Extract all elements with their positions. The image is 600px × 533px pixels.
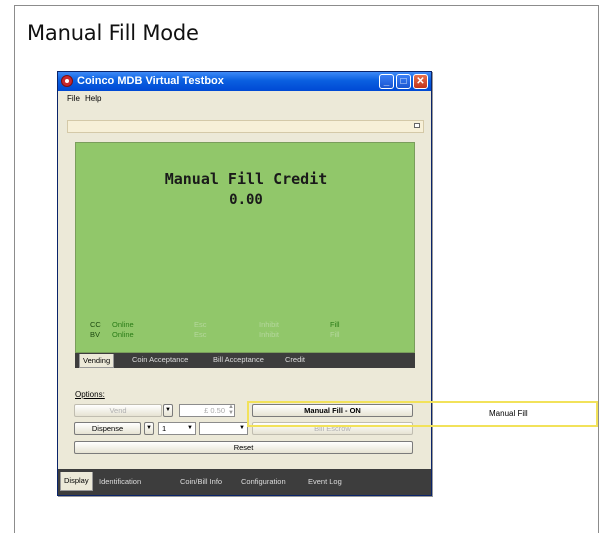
coin-type-select[interactable]: ▼ [199, 422, 248, 435]
tab-coin-acceptance[interactable]: Coin Acceptance [132, 355, 188, 364]
main-tabs: Display Identification Coin/Bill Info Co… [58, 469, 431, 495]
vend-dropdown-icon[interactable]: ▼ [163, 404, 173, 417]
dispense-dropdown-icon[interactable]: ▼ [144, 422, 154, 435]
status-cc-label: CC [90, 320, 101, 329]
chevron-down-icon: ▼ [239, 425, 245, 431]
options-label: Options: [75, 390, 105, 399]
price-input[interactable]: £ 0.50 [179, 404, 235, 417]
dispense-button[interactable]: Dispense [74, 422, 141, 435]
pane-restore-icon[interactable] [414, 123, 420, 128]
status-bv-fill: Fill [330, 330, 340, 339]
minimize-button[interactable]: _ [379, 74, 394, 89]
menu-bar: File Help [58, 91, 431, 107]
status-bv-col3: Inhibit [259, 330, 280, 339]
vend-button[interactable]: Vend [74, 404, 162, 417]
tab-display[interactable]: Display [60, 472, 93, 491]
status-cc-fill: Fill [330, 320, 340, 329]
tab-bill-acceptance[interactable]: Bill Acceptance [213, 355, 264, 364]
pane-header [67, 120, 424, 133]
display-title: Manual Fill Credit [164, 170, 328, 188]
status-bv-label: BV [90, 330, 101, 339]
quantity-value: 1 [162, 424, 167, 433]
tab-configuration[interactable]: Configuration [241, 477, 286, 486]
callout-label: Manual Fill [489, 409, 528, 418]
app-icon [61, 75, 73, 87]
tab-credit[interactable]: Credit [285, 355, 305, 364]
close-button[interactable]: ✕ [413, 74, 428, 89]
tab-coin-bill-info[interactable]: Coin/Bill Info [180, 477, 222, 486]
status-bv-col2: Esc [194, 330, 207, 339]
page-heading: Manual Fill Mode [27, 21, 199, 45]
status-cc-online: Online [112, 320, 134, 329]
window-title: Coinco MDB Virtual Testbox [77, 75, 224, 87]
status-cc-col3: Inhibit [259, 320, 280, 329]
status-cc-col2: Esc [194, 320, 207, 329]
reset-button[interactable]: Reset [74, 441, 413, 454]
menu-file[interactable]: File [67, 94, 80, 103]
price-spinner-icon[interactable]: ▲ ▼ [228, 404, 235, 417]
display-tabs: Vending Coin Acceptance Bill Acceptance … [75, 353, 415, 368]
chevron-down-icon: ▼ [187, 425, 193, 431]
title-bar[interactable]: Coinco MDB Virtual Testbox _ □ ✕ [58, 72, 431, 91]
tab-vending[interactable]: Vending [79, 354, 115, 368]
quantity-select[interactable]: 1 ▼ [158, 422, 196, 435]
status-bv-online: Online [112, 330, 134, 339]
callout-highlight [247, 401, 598, 427]
tab-event-log[interactable]: Event Log [308, 477, 342, 486]
lcd-display: Manual Fill Credit 0.00 CC BV Online Onl… [75, 142, 415, 353]
credit-value: 0.00 [229, 192, 263, 208]
app-window: Coinco MDB Virtual Testbox _ □ ✕ File He… [57, 71, 432, 496]
maximize-button[interactable]: □ [396, 74, 411, 89]
tab-identification[interactable]: Identification [99, 477, 141, 486]
menu-help[interactable]: Help [85, 94, 101, 103]
